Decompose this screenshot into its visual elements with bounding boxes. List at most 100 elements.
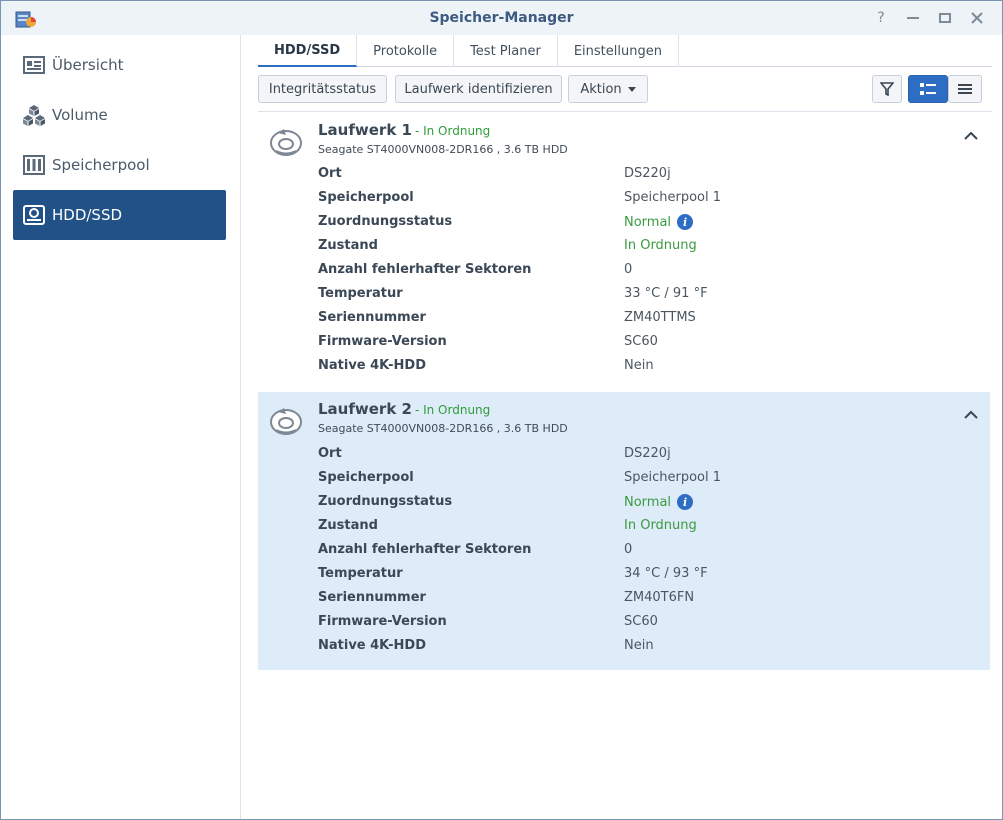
hdd-icon — [23, 204, 45, 226]
overview-icon — [23, 54, 45, 76]
action-dropdown-button[interactable]: Aktion — [568, 75, 648, 103]
window-title: Speicher-Manager — [429, 10, 574, 26]
caret-down-icon — [627, 86, 636, 92]
detail-value: Nein — [624, 638, 654, 653]
close-icon[interactable] — [966, 9, 988, 27]
list-view-button[interactable] — [948, 75, 982, 103]
detail-row: Anzahl fehlerhafter Sektoren 0 — [318, 542, 968, 562]
detail-label: Firmware-Version — [318, 334, 447, 349]
sidebar-item-volume[interactable]: Volume — [13, 90, 226, 140]
hdd-drive-icon — [270, 408, 302, 435]
chevron-up-icon[interactable] — [964, 131, 978, 141]
disk-card[interactable]: Laufwerk 1- In Ordnung Seagate ST4000VN0… — [258, 113, 990, 389]
main-panel: HDD/SSD Protokolle Test Planer Einstellu… — [242, 35, 1002, 819]
detail-row: Firmware-Version SC60 — [318, 334, 968, 354]
detail-label: Temperatur — [318, 286, 403, 301]
detail-value: In Ordnung — [624, 238, 697, 253]
detail-label: Speicherpool — [318, 190, 414, 205]
pool-icon — [23, 154, 45, 176]
detail-row: Seriennummer ZM40TTMS — [318, 310, 968, 330]
detail-value: In Ordnung — [624, 518, 697, 533]
disk-status: - In Ordnung — [414, 403, 491, 417]
detail-value: Normal i — [624, 494, 694, 510]
detail-value: Normal i — [624, 214, 694, 230]
disk-model: Seagate ST4000VN008-2DR166 , 3.6 TB HDD — [318, 143, 568, 156]
detail-label: Temperatur — [318, 566, 403, 581]
sidebar-item-hdd-ssd[interactable]: HDD/SSD — [13, 190, 226, 240]
app-window: Speicher-Manager ? Übersicht Volume Spei… — [0, 0, 1003, 820]
integrity-status-button[interactable]: Integritätsstatus — [258, 75, 387, 103]
detail-label: Zustand — [318, 238, 378, 253]
detail-value: ZM40T6FN — [624, 590, 695, 605]
detail-row: Speicherpool Speicherpool 1 — [318, 190, 968, 210]
detail-label: Native 4K-HDD — [318, 638, 426, 653]
tab-hdd-ssd[interactable]: HDD/SSD — [258, 35, 358, 67]
detail-row: Zuordnungsstatus Normal i — [318, 214, 968, 234]
sidebar-item-storage-pool[interactable]: Speicherpool — [13, 140, 226, 190]
hdd-drive-icon — [270, 129, 302, 156]
detail-value: Speicherpool 1 — [624, 190, 722, 205]
detail-value: ZM40TTMS — [624, 310, 696, 325]
detail-label: Zuordnungsstatus — [318, 494, 453, 509]
detail-label: Zustand — [318, 518, 378, 533]
disk-title: Laufwerk 2- In Ordnung — [318, 400, 490, 418]
disk-card[interactable]: Laufwerk 2- In Ordnung Seagate ST4000VN0… — [258, 392, 990, 670]
detail-label: Zuordnungsstatus — [318, 214, 453, 229]
filter-button[interactable] — [872, 75, 902, 103]
chevron-up-icon[interactable] — [964, 410, 978, 420]
sidebar: Übersicht Volume Speicherpool HDD/SSD — [1, 35, 241, 819]
sidebar-item-overview[interactable]: Übersicht — [13, 40, 226, 90]
action-label: Aktion — [580, 81, 622, 97]
detail-row: Speicherpool Speicherpool 1 — [318, 470, 968, 490]
toolbar-divider — [258, 111, 992, 112]
detail-row: Temperatur 34 °C / 93 °F — [318, 566, 968, 586]
detail-value: SC60 — [624, 334, 658, 349]
detail-row: Ort DS220j — [318, 166, 968, 186]
detail-label: Speicherpool — [318, 470, 414, 485]
info-icon[interactable]: i — [677, 494, 694, 510]
detail-row: Native 4K-HDD Nein — [318, 638, 968, 658]
detail-value: DS220j — [624, 166, 671, 181]
sidebar-item-label: HDD/SSD — [52, 206, 123, 224]
list-icon — [958, 84, 972, 94]
cubes-icon — [23, 104, 45, 126]
detail-row: Native 4K-HDD Nein — [318, 358, 968, 378]
detail-row: Temperatur 33 °C / 91 °F — [318, 286, 968, 306]
detail-view-button[interactable] — [908, 75, 948, 103]
detail-value: 34 °C / 93 °F — [624, 566, 708, 581]
detail-label: Ort — [318, 166, 342, 181]
detail-value: SC60 — [624, 614, 658, 629]
detail-row: Ort DS220j — [318, 446, 968, 466]
tab-settings[interactable]: Einstellungen — [558, 35, 679, 67]
detail-label: Seriennummer — [318, 310, 426, 325]
detail-row: Zustand In Ordnung — [318, 238, 968, 258]
identify-drive-button[interactable]: Laufwerk identifizieren — [395, 75, 562, 103]
tab-logs[interactable]: Protokolle — [357, 35, 455, 67]
detail-row: Seriennummer ZM40T6FN — [318, 590, 968, 610]
detail-label: Anzahl fehlerhafter Sektoren — [318, 262, 532, 277]
detail-row: Firmware-Version SC60 — [318, 614, 968, 634]
detail-value: 33 °C / 91 °F — [624, 286, 708, 301]
detail-label: Firmware-Version — [318, 614, 447, 629]
allocation-status-text: Normal — [624, 494, 672, 510]
detail-value: Speicherpool 1 — [624, 470, 722, 485]
minimize-icon[interactable] — [902, 9, 924, 27]
maximize-icon[interactable] — [934, 9, 956, 27]
disk-name: Laufwerk 2 — [318, 400, 412, 418]
detail-label: Ort — [318, 446, 342, 461]
help-icon[interactable]: ? — [870, 9, 892, 27]
detail-value: 0 — [624, 262, 633, 277]
disk-title: Laufwerk 1- In Ordnung — [318, 121, 490, 139]
toolbar: Integritätsstatus Laufwerk identifiziere… — [258, 75, 992, 105]
detail-value: 0 — [624, 542, 633, 557]
disk-model: Seagate ST4000VN008-2DR166 , 3.6 TB HDD — [318, 422, 568, 435]
sidebar-item-label: Übersicht — [52, 56, 124, 74]
disk-name: Laufwerk 1 — [318, 121, 412, 139]
detail-label: Native 4K-HDD — [318, 358, 426, 373]
tab-test-scheduler[interactable]: Test Planer — [454, 35, 558, 67]
detail-row: Zuordnungsstatus Normal i — [318, 494, 968, 514]
info-icon[interactable]: i — [677, 214, 694, 230]
detail-list-icon — [920, 83, 936, 95]
detail-label: Seriennummer — [318, 590, 426, 605]
detail-row: Anzahl fehlerhafter Sektoren 0 — [318, 262, 968, 282]
